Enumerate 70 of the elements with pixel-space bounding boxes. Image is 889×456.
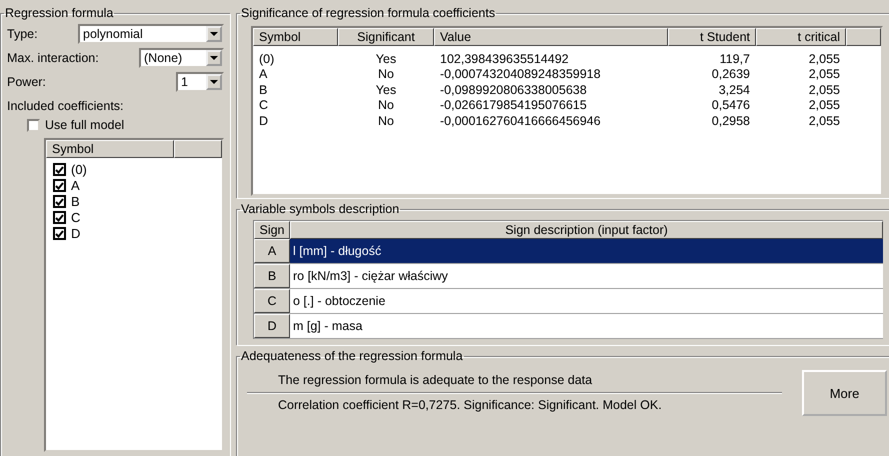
coefficient-checkbox[interactable] — [53, 195, 66, 208]
group-title: Variable symbols description — [240, 202, 400, 216]
coefficient-label: (0) — [71, 162, 87, 177]
power-dropdown[interactable]: 1 — [176, 72, 224, 92]
max-interaction-label: Max. interaction: — [7, 51, 99, 65]
table-cell-text: D — [258, 114, 270, 128]
description-cell[interactable]: o [.] - obtoczenie — [290, 289, 883, 313]
max-interaction-dropdown[interactable]: (None) — [139, 48, 224, 68]
row-header[interactable]: C — [254, 289, 290, 313]
dropdown-arrow-icon — [210, 80, 218, 84]
table-cell-text: No — [377, 114, 395, 128]
type-label: Type: — [7, 27, 38, 41]
table-cell-text: 0,2958 — [710, 114, 751, 128]
row-header[interactable]: A — [254, 239, 290, 263]
column-header[interactable]: t Student — [668, 28, 756, 46]
dropdown-arrow-icon — [210, 32, 218, 36]
table-cell-text: No — [377, 67, 395, 82]
table-cell-text: 2,055 — [808, 82, 841, 97]
table-cell-text: No — [377, 98, 395, 112]
description-cell[interactable]: ro [kN/m3] - ciężar właściwy — [290, 264, 883, 288]
table-cell-text: -0,000743204089248359918 — [439, 67, 602, 82]
table-cell-text: 2,055 — [808, 114, 841, 128]
table-cell-text: -0,0989920806338005638 — [439, 82, 588, 97]
group-title: Adequateness of the regression formula — [240, 349, 464, 363]
power-label: Power: — [7, 75, 46, 89]
group-title: Regression formula — [4, 6, 114, 20]
table-cell-text: -0,000162760416666456946 — [439, 114, 602, 128]
included-coefficients-label: Included coefficients: — [7, 99, 124, 113]
table-cell-text: 2,055 — [808, 67, 841, 82]
dropdown-arrow-icon — [210, 56, 218, 60]
column-header[interactable]: Sign — [254, 221, 290, 239]
table-cell-text: 102,398439635514492 — [439, 52, 570, 66]
table-cell-text: 2,055 — [808, 98, 841, 112]
coefficient-checkbox[interactable] — [53, 211, 66, 224]
description-cell[interactable]: l [mm] - długość — [290, 239, 883, 263]
coefficient-label: B — [71, 194, 80, 209]
coefficient-checkbox[interactable] — [53, 163, 66, 176]
more-button[interactable]: More — [802, 370, 887, 416]
full-model-checkbox[interactable] — [27, 118, 40, 132]
column-header[interactable]: Sign description (input factor) — [290, 221, 883, 239]
coefficient-label: D — [71, 226, 80, 241]
table-cell-text: 0,5476 — [710, 98, 751, 112]
correlation-details: Correlation coefficient R=0,7275. Significance: Significant. Model OK. — [277, 397, 663, 414]
table-cell-text: 119,7 — [718, 52, 751, 66]
column-header[interactable]: Symbol — [253, 28, 338, 46]
description-cell[interactable]: m [g] - masa — [290, 314, 883, 338]
table-cell-text: (0) — [258, 52, 276, 66]
column-header[interactable]: t critical — [756, 28, 846, 46]
column-header[interactable]: Significant — [338, 28, 434, 46]
full-model-label: Use full model — [45, 118, 124, 132]
column-header[interactable]: Symbol — [46, 140, 174, 158]
table-cell-text: 2,055 — [808, 52, 841, 66]
type-dropdown[interactable]: polynomial — [78, 24, 224, 44]
adequacy-message: The regression formula is adequate to the response data — [277, 372, 594, 389]
row-header[interactable]: D — [254, 314, 290, 338]
table-cell-text: A — [258, 67, 268, 82]
table-cell-text: 0,2639 — [710, 67, 751, 82]
coefficient-label: C — [71, 210, 80, 225]
table-cell-text: C — [258, 98, 270, 112]
coefficient-checkbox[interactable] — [53, 179, 66, 192]
group-title: Significance of regression formula coefficients — [240, 6, 496, 20]
column-header[interactable]: Value — [434, 28, 668, 46]
coefficient-label: A — [71, 178, 80, 193]
table-cell-text: -0,0266179854195076615 — [439, 98, 588, 112]
table-cell-text: Yes — [374, 82, 398, 97]
table-cell-text: B — [258, 82, 268, 97]
table-cell-text: 3,254 — [718, 82, 751, 97]
table-cell-text: Yes — [374, 52, 398, 66]
row-header[interactable]: B — [254, 264, 290, 288]
coefficient-checkbox[interactable] — [53, 227, 66, 240]
